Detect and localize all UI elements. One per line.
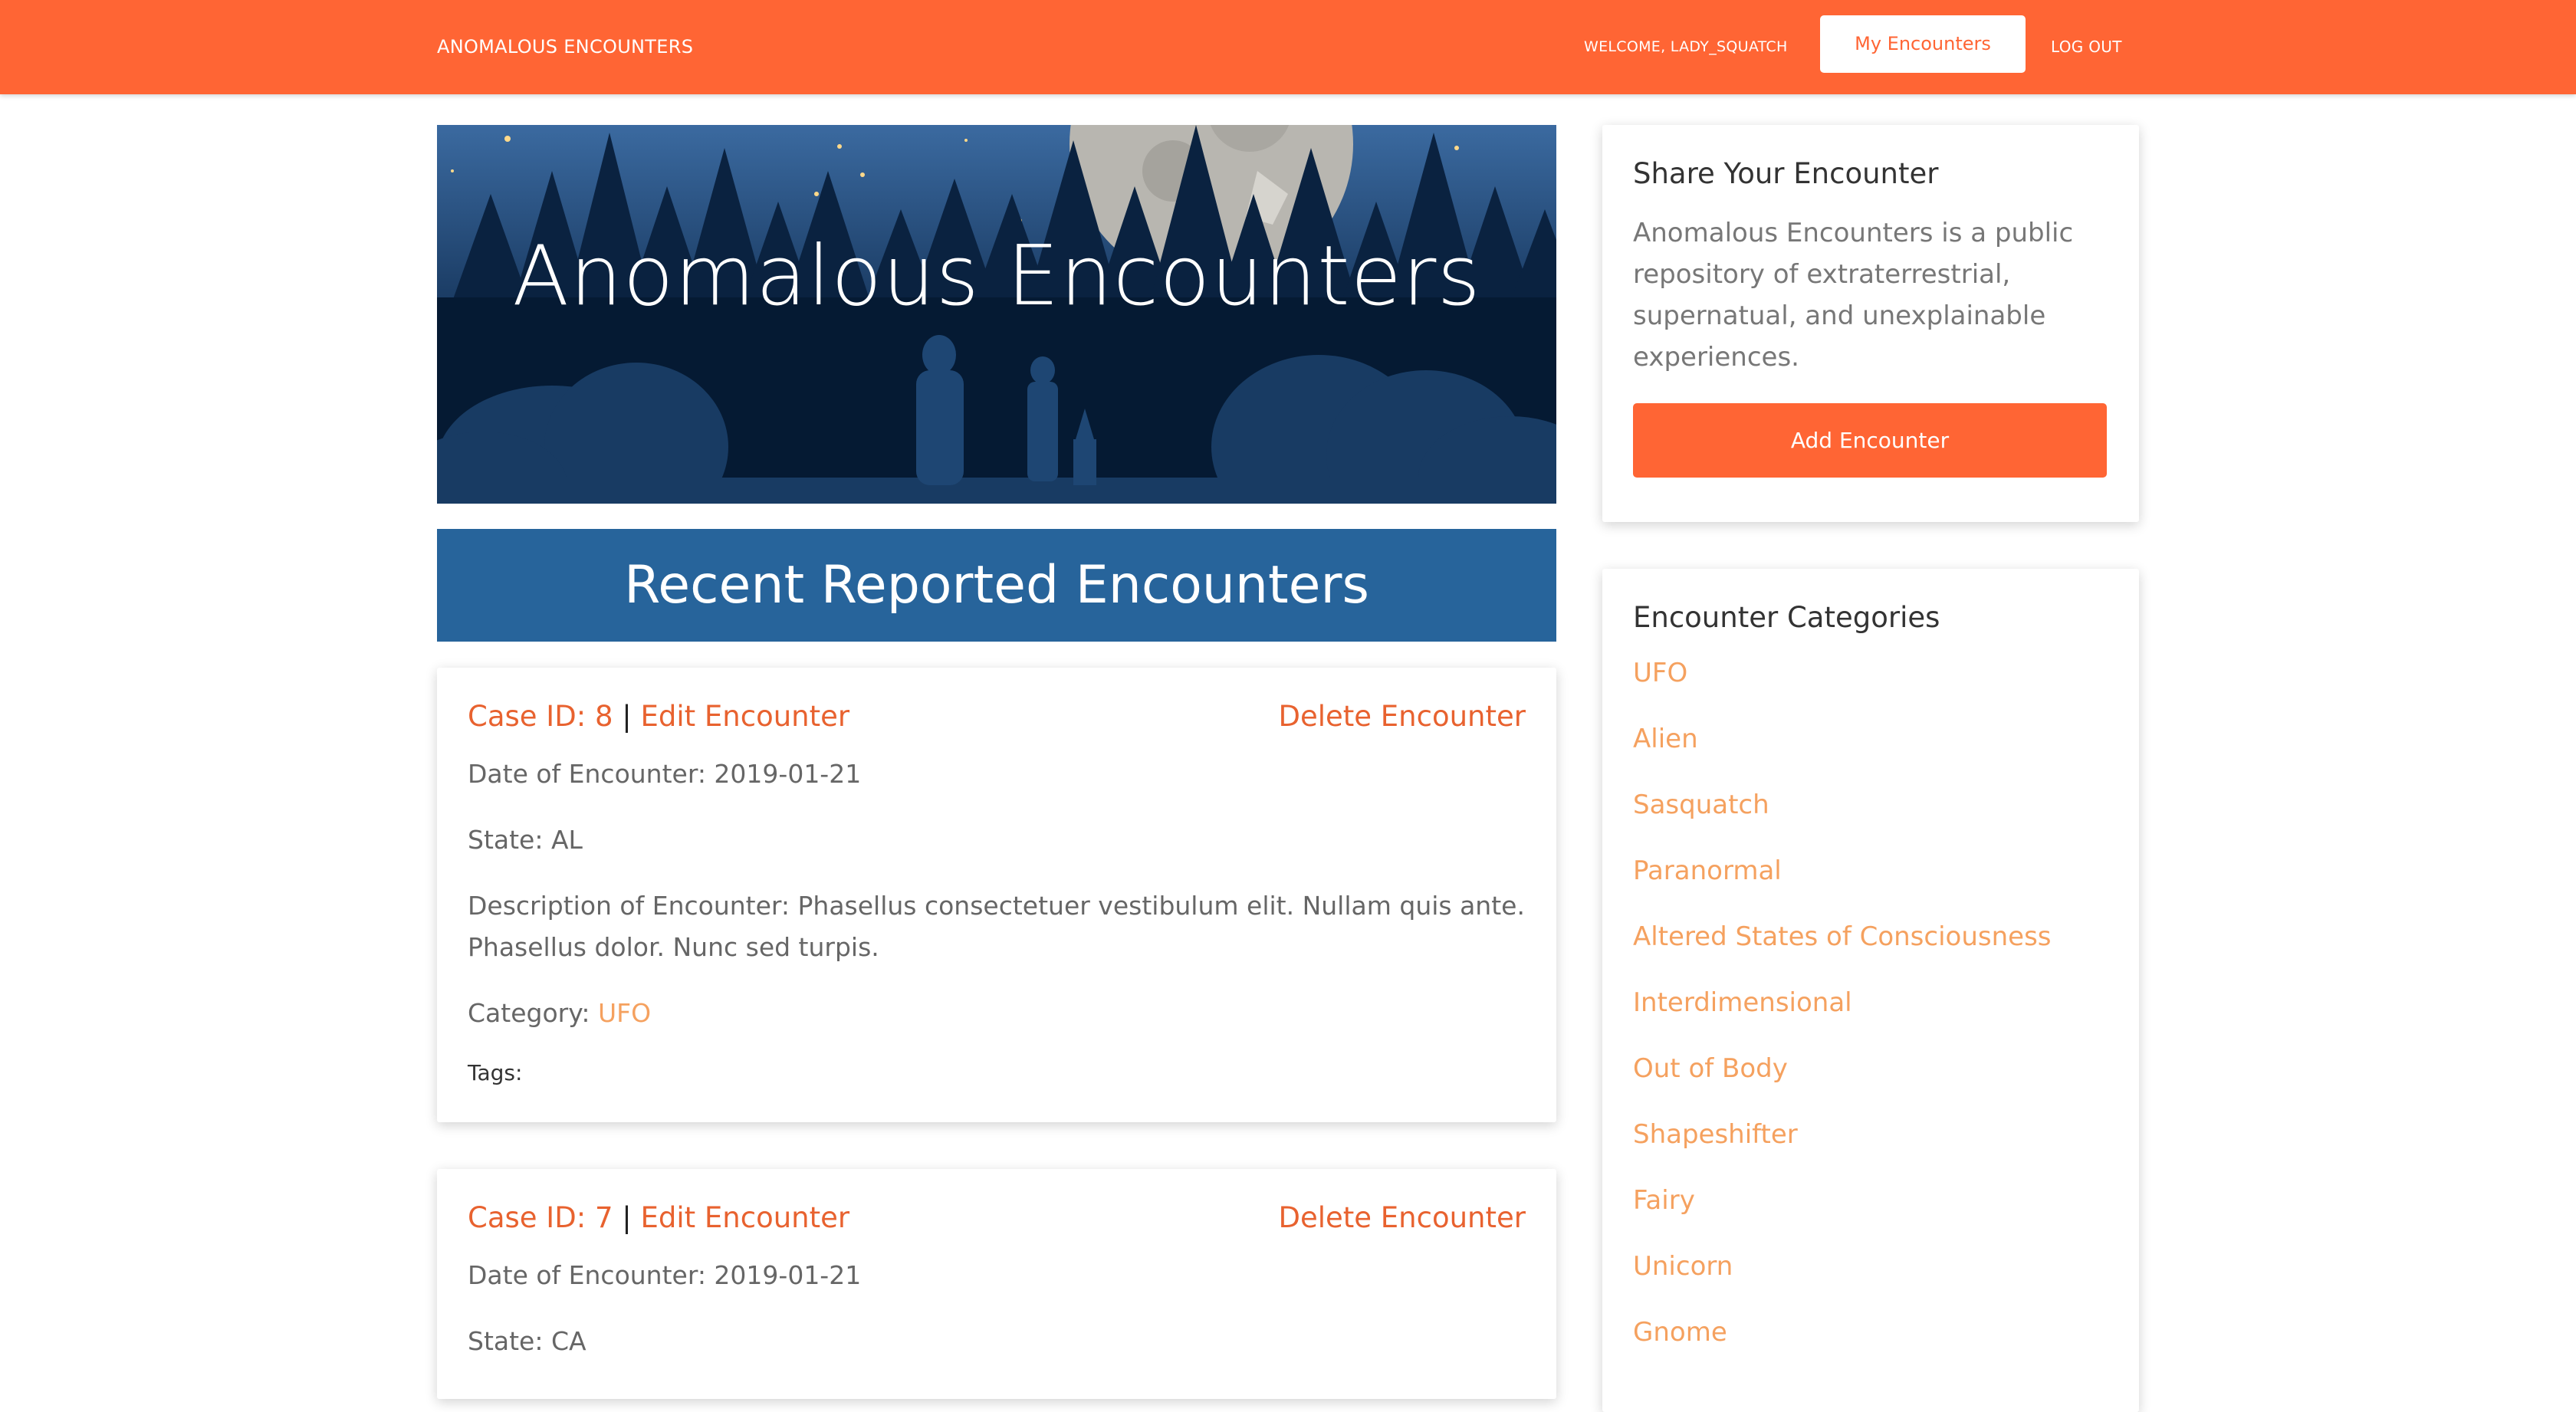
encounter-card-header: Case ID: 8 | Edit Encounter Delete Encou… <box>468 700 1526 738</box>
encounter-tags: Tags: <box>468 1060 523 1085</box>
category-link-interdimensional[interactable]: Interdimensional <box>1633 986 1852 1020</box>
encounter-card-header: Case ID: 7 | Edit Encounter Delete Encou… <box>468 1201 1526 1240</box>
header-separator: | <box>622 1201 632 1234</box>
category-link-alien[interactable]: Alien <box>1633 722 1698 756</box>
encounter-card: Case ID: 7 | Edit Encounter Delete Encou… <box>437 1169 1556 1399</box>
share-text-line: Anomalous Encounters is a public <box>1633 218 2074 248</box>
case-id-link[interactable]: Case ID: 7 <box>468 1201 613 1234</box>
share-encounter-card: Share Your Encounter Anomalous Encounter… <box>1602 125 2139 522</box>
category-label: Category: <box>468 998 590 1028</box>
encounter-categories-card: Encounter Categories UFO Alien Sasquatch… <box>1602 569 2139 1412</box>
category-link-gnome[interactable]: Gnome <box>1633 1315 1727 1349</box>
top-navbar: ANOMALOUS ENCOUNTERS WELCOME, LADY_SQUAT… <box>0 0 2576 94</box>
encounter-date: Date of Encounter: 2019-01-21 <box>468 759 862 789</box>
encounter-card: Case ID: 8 | Edit Encounter Delete Encou… <box>437 668 1556 1122</box>
add-encounter-button[interactable]: Add Encounter <box>1633 403 2107 478</box>
encounter-date: Date of Encounter: 2019-01-21 <box>468 1260 862 1290</box>
edit-encounter-link[interactable]: Edit Encounter <box>640 700 849 733</box>
share-text-line: experiences. <box>1633 342 1799 373</box>
hero-banner: Anomalous Encounters <box>437 125 1556 504</box>
case-id-link[interactable]: Case ID: 8 <box>468 700 613 733</box>
my-encounters-button[interactable]: My Encounters <box>1820 15 2026 73</box>
category-link-paranormal[interactable]: Paranormal <box>1633 854 1782 888</box>
share-title: Share Your Encounter <box>1633 157 1939 190</box>
category-link[interactable]: UFO <box>598 998 651 1028</box>
delete-encounter-link[interactable]: Delete Encounter <box>1278 1201 1526 1234</box>
recent-encounters-heading: Recent Reported Encounters <box>437 529 1556 642</box>
encounter-description: Description of Encounter: Phasellus cons… <box>468 885 1526 968</box>
category-link-unicorn[interactable]: Unicorn <box>1633 1249 1733 1283</box>
share-description: Anomalous Encounters is a public reposit… <box>1633 212 2108 378</box>
header-separator: | <box>622 700 632 733</box>
edit-encounter-link[interactable]: Edit Encounter <box>640 1201 849 1234</box>
category-link-altered-states[interactable]: Altered States of Consciousness <box>1633 920 2052 954</box>
brand-link[interactable]: ANOMALOUS ENCOUNTERS <box>437 0 693 94</box>
encounter-category: Category: UFO <box>468 993 1526 1034</box>
logout-link[interactable]: LOG OUT <box>2051 0 2122 94</box>
category-link-fairy[interactable]: Fairy <box>1633 1184 1695 1217</box>
description-line: Description of Encounter: Phasellus cons… <box>468 891 1525 921</box>
welcome-text: WELCOME, LADY_SQUATCH <box>1584 38 1788 55</box>
categories-title: Encounter Categories <box>1633 601 1940 634</box>
encounter-state: State: AL <box>468 825 583 855</box>
category-link-out-of-body[interactable]: Out of Body <box>1633 1052 1788 1085</box>
hero-title: Anomalous Encounters <box>512 228 1481 324</box>
category-link-sasquatch[interactable]: Sasquatch <box>1633 788 1769 822</box>
category-link-shapeshifter[interactable]: Shapeshifter <box>1633 1118 1798 1151</box>
category-link-ufo[interactable]: UFO <box>1633 656 1687 690</box>
delete-encounter-link[interactable]: Delete Encounter <box>1278 700 1526 733</box>
share-text-line: supernatual, and unexplainable <box>1633 300 2046 331</box>
description-line: Phasellus dolor. Nunc sed turpis. <box>468 932 879 962</box>
share-text-line: repository of extraterrestrial, <box>1633 259 2011 290</box>
encounter-state: State: CA <box>468 1326 586 1356</box>
